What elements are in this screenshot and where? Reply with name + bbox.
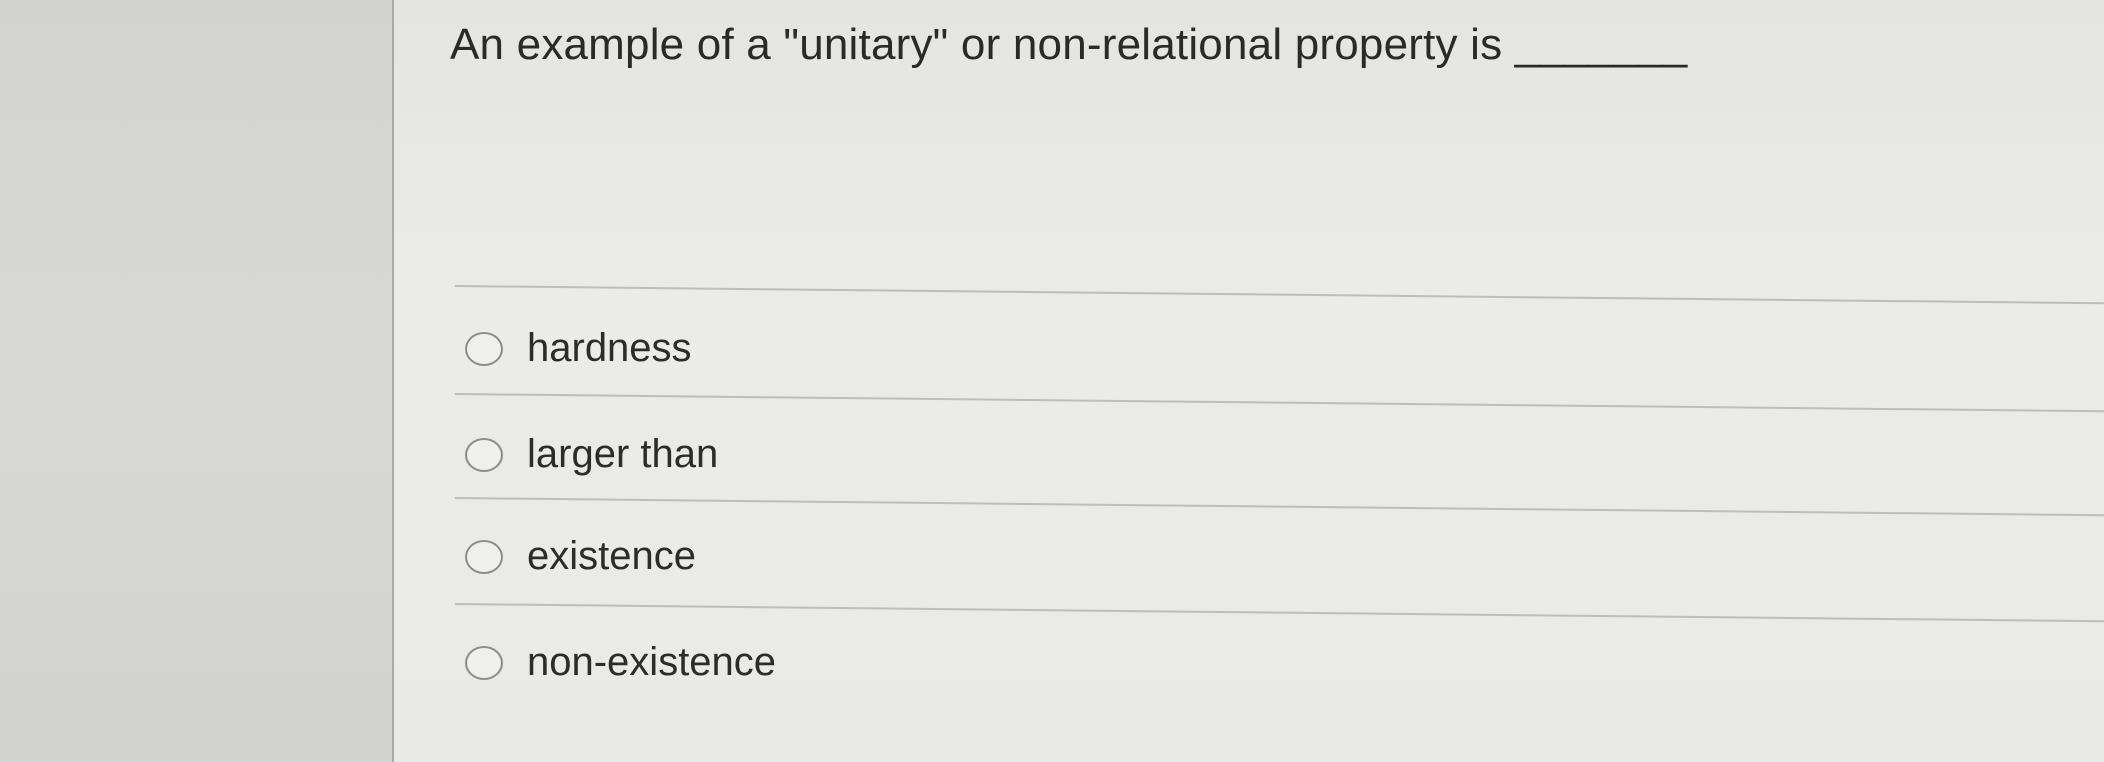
option-label: non-existence bbox=[527, 640, 777, 684]
option-label: existence bbox=[527, 534, 696, 578]
radio-button[interactable] bbox=[465, 437, 503, 472]
radio-button[interactable] bbox=[465, 539, 503, 574]
answer-option-hardness[interactable]: hardness bbox=[465, 326, 692, 371]
question-text: An example of a "unitary" or non-relatio… bbox=[450, 20, 1688, 69]
left-gutter bbox=[0, 0, 392, 762]
answer-option-non-existence[interactable]: non-existence bbox=[465, 640, 776, 685]
answer-option-larger-than[interactable]: larger than bbox=[465, 432, 718, 477]
option-label: hardness bbox=[527, 326, 692, 370]
quiz-screen: An example of a "unitary" or non-relatio… bbox=[0, 0, 2104, 762]
radio-button[interactable] bbox=[465, 645, 503, 680]
option-label: larger than bbox=[527, 432, 719, 476]
answer-option-existence[interactable]: existence bbox=[465, 534, 696, 579]
radio-button[interactable] bbox=[465, 331, 503, 366]
